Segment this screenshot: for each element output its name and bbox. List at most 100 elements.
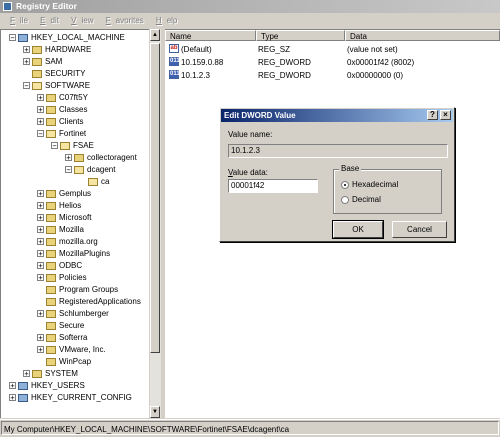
registry-tree[interactable]: − HKEY_LOCAL_MACHINE + HARDWARE + SAM SECUR… [0, 29, 161, 418]
tree-node-collectoragent[interactable]: + collectoragent [65, 152, 137, 163]
expand-icon[interactable]: + [37, 334, 44, 342]
hex-label: exadecimal [357, 180, 399, 189]
expand-icon[interactable]: + [37, 214, 44, 222]
tree-node-dcagent[interactable]: − dcagent [65, 164, 115, 175]
column-header-data[interactable]: Data [345, 30, 500, 41]
dec-label: ecimal [357, 195, 381, 204]
expand-icon[interactable]: + [37, 262, 44, 270]
tree-node-programgroups[interactable]: Program Groups [37, 284, 118, 295]
expand-icon[interactable]: + [37, 94, 44, 102]
menu-view[interactable]: View [66, 14, 93, 28]
tree-node-hku[interactable]: + HKEY_USERS [9, 380, 85, 391]
cancel-button[interactable]: Cancel [392, 221, 447, 238]
expand-icon[interactable]: + [37, 106, 44, 114]
collapse-icon[interactable]: − [65, 166, 72, 174]
expand-icon[interactable]: + [37, 238, 44, 246]
expand-icon[interactable]: + [65, 154, 72, 162]
ok-button[interactable]: OK [332, 220, 384, 239]
scroll-up-icon[interactable]: ▲ [150, 29, 160, 41]
tree-node-sam[interactable]: + SAM [23, 56, 62, 67]
tree-node-hklm[interactable]: − HKEY_LOCAL_MACHINE [9, 32, 125, 43]
tree-scrollbar[interactable]: ▲ ▼ [149, 29, 161, 418]
help-icon[interactable]: ? [427, 110, 438, 120]
expand-icon[interactable]: + [9, 394, 16, 402]
column-header-name[interactable]: Name [165, 30, 256, 41]
expand-icon[interactable]: + [37, 118, 44, 126]
collapse-icon[interactable]: − [51, 142, 58, 150]
tree-node-security[interactable]: SECURITY [23, 68, 85, 79]
tree-node-helios[interactable]: + Helios [37, 200, 81, 211]
tree-node-mozillaorg[interactable]: + mozilla.org [37, 236, 98, 247]
tree-node-winpcap[interactable]: WinPcap [37, 356, 91, 367]
tree-node-software[interactable]: − SOFTWARE [23, 80, 90, 91]
value-data-label-text: alue data: [232, 168, 268, 177]
tree-node-schlumberger[interactable]: + Schlumberger [37, 308, 109, 319]
expand-icon[interactable]: + [37, 190, 44, 198]
collapse-icon[interactable]: − [37, 130, 44, 138]
radio-selected-icon [341, 180, 349, 189]
tree-node-mozillaplugins[interactable]: + MozillaPlugins [37, 248, 110, 259]
list-row[interactable]: ab (Default) REG_SZ (value not set) [167, 44, 497, 56]
tree-label: Gemplus [59, 189, 92, 198]
tree-label: HKEY_USERS [31, 381, 85, 390]
folder-icon [46, 321, 56, 330]
tree-node-softerra[interactable]: + Softerra [37, 332, 87, 343]
decimal-radio[interactable]: Decimal [341, 195, 381, 205]
tree-node-fortinet[interactable]: − Fortinet [37, 128, 86, 139]
tree-label: WinPcap [59, 357, 92, 366]
value-name-label: Value name: [228, 130, 273, 139]
expand-icon[interactable]: + [37, 226, 44, 234]
expand-icon[interactable]: + [37, 346, 44, 354]
tree-node-system[interactable]: + SYSTEM [23, 368, 78, 379]
tree-node-clients[interactable]: + Clients [37, 116, 83, 127]
menu-help-key: H [155, 16, 162, 25]
menu-edit[interactable]: Edit [35, 14, 59, 28]
collapse-icon[interactable]: − [23, 82, 30, 90]
menu-edit-key: E [40, 16, 46, 25]
tree-node-c07[interactable]: + C07ft5Y [37, 92, 88, 103]
expand-icon[interactable]: + [23, 46, 30, 54]
menu-file[interactable]: File [5, 14, 28, 28]
tree-node-hkcc[interactable]: + HKEY_CURRENT_CONFIG [9, 392, 132, 403]
menu-help[interactable]: Help [151, 14, 177, 28]
tree-label: RegisteredApplications [59, 297, 141, 306]
value-data-input[interactable]: 00001f42 [228, 179, 318, 193]
list-row[interactable]: 011 10.1.2.3 REG_DWORD 0x00000000 (0) [167, 70, 497, 82]
menu-favorites[interactable]: Favorites [101, 14, 144, 28]
tree-node-classes[interactable]: + Classes [37, 104, 87, 115]
tree-label: dcagent [87, 165, 116, 174]
tree-node-fsae[interactable]: − FSAE [51, 140, 94, 151]
tree-node-policies[interactable]: + Policies [37, 272, 87, 283]
expand-icon[interactable]: + [37, 310, 44, 318]
scroll-down-icon[interactable]: ▼ [150, 406, 160, 418]
expand-icon[interactable]: + [23, 58, 30, 66]
tree-node-mozilla[interactable]: + Mozilla [37, 224, 84, 235]
tree-node-microsoft[interactable]: + Microsoft [37, 212, 91, 223]
list-row[interactable]: 011 10.159.0.88 REG_DWORD 0x00001f42 (80… [167, 57, 497, 69]
tree-node-hardware[interactable]: + HARDWARE [23, 44, 91, 55]
hexadecimal-radio[interactable]: Hexadecimal [341, 180, 398, 190]
folder-icon [46, 357, 56, 366]
expand-icon[interactable]: + [37, 202, 44, 210]
folder-icon [46, 297, 56, 306]
tree-node-odbc[interactable]: + ODBC [37, 260, 82, 271]
folder-icon [46, 261, 56, 270]
column-header-type[interactable]: Type [256, 30, 345, 41]
expand-icon[interactable]: + [37, 274, 44, 282]
hive-icon [18, 33, 28, 42]
close-icon[interactable]: × [440, 110, 451, 120]
tree-node-ca[interactable]: ca [79, 176, 109, 187]
folder-open-icon [60, 141, 70, 150]
expand-icon[interactable]: + [23, 370, 30, 378]
expand-icon[interactable]: + [37, 250, 44, 258]
tree-node-gemplus[interactable]: + Gemplus [37, 188, 91, 199]
tree-node-regapps[interactable]: RegisteredApplications [37, 296, 141, 307]
expand-icon[interactable]: + [9, 382, 16, 390]
folder-icon [46, 225, 56, 234]
window-title: Registry Editor [16, 1, 77, 11]
tree-node-vmware[interactable]: + VMware, Inc. [37, 344, 106, 355]
value-name-field: 10.1.2.3 [228, 144, 448, 158]
collapse-icon[interactable]: − [9, 34, 16, 42]
tree-node-secure[interactable]: Secure [37, 320, 84, 331]
scroll-thumb[interactable] [150, 43, 160, 353]
